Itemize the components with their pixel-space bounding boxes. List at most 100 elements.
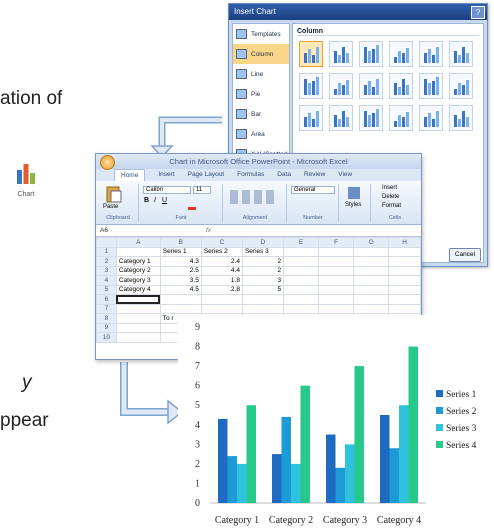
grid-cell[interactable] (200, 294, 243, 305)
grid-cell[interactable] (115, 246, 161, 257)
grid-cell[interactable]: 3.5 (159, 275, 202, 286)
chart-category-item[interactable]: Bar (233, 104, 289, 124)
ribbon-tab[interactable]: Home (114, 169, 146, 181)
grid-cell[interactable]: Category 1 (115, 256, 161, 267)
italic-button[interactable]: I (154, 197, 156, 204)
grid-cell[interactable] (241, 294, 285, 305)
grid-cell[interactable] (115, 294, 161, 305)
ribbon-tab[interactable]: Data (277, 169, 291, 181)
grid-corner[interactable] (96, 237, 117, 248)
grid-cell[interactable] (353, 265, 390, 276)
cancel-button[interactable]: Cancel (449, 248, 481, 262)
chart-type-thumbnail[interactable] (359, 73, 383, 99)
grid-cell[interactable]: Series 3 (241, 246, 285, 257)
grid-cell[interactable]: Category 4 (115, 284, 161, 295)
chart-type-thumbnail[interactable] (419, 105, 443, 131)
grid-cell[interactable]: 5 (241, 284, 285, 295)
grid-cell[interactable] (388, 275, 421, 286)
row-header[interactable]: 8 (96, 313, 117, 324)
column-header[interactable]: D (241, 237, 285, 248)
grid-cell[interactable] (318, 294, 355, 305)
grid-cell[interactable] (283, 265, 320, 276)
ribbon-tab[interactable]: Page Layout (188, 169, 225, 181)
grid-cell[interactable] (283, 246, 320, 257)
row-header[interactable]: 4 (96, 275, 117, 286)
grid-cell[interactable]: 2.4 (200, 256, 243, 267)
grid-cell[interactable] (388, 303, 421, 314)
column-header[interactable]: C (200, 237, 243, 248)
grid-cell[interactable]: 2 (241, 265, 285, 276)
chart-type-thumbnail[interactable] (329, 105, 353, 131)
chart-type-thumbnail[interactable] (299, 41, 323, 67)
grid-cell[interactable] (353, 275, 390, 286)
row-header[interactable]: 10 (96, 332, 117, 343)
chart-type-thumbnail[interactable] (329, 73, 353, 99)
grid-cell[interactable] (353, 303, 390, 314)
ribbon-tab[interactable]: Insert (158, 169, 174, 181)
grid-cell[interactable] (388, 256, 421, 267)
grid-cell[interactable]: 2.5 (159, 265, 202, 276)
chart-type-thumbnail[interactable] (389, 41, 413, 67)
column-header[interactable]: A (115, 237, 161, 248)
grid-cell[interactable] (353, 284, 390, 295)
number-format-box[interactable]: General (291, 186, 335, 194)
office-button[interactable] (100, 155, 115, 170)
grid-cell[interactable] (283, 303, 320, 314)
align-icons[interactable] (230, 190, 276, 204)
grid-cell[interactable] (318, 284, 355, 295)
grid-cell[interactable]: 4.5 (159, 284, 202, 295)
grid-cell[interactable] (283, 294, 320, 305)
row-header[interactable]: 6 (96, 294, 117, 305)
row-header[interactable]: 1 (96, 246, 117, 257)
ribbon-tab[interactable]: Review (304, 169, 325, 181)
column-header[interactable]: E (283, 237, 320, 248)
grid-cell[interactable] (241, 303, 285, 314)
grid-cell[interactable]: 4.4 (200, 265, 243, 276)
font-color-icon[interactable] (188, 207, 196, 210)
grid-cell[interactable] (388, 284, 421, 295)
row-header[interactable]: 2 (96, 256, 117, 267)
grid-cell[interactable] (283, 256, 320, 267)
row-header[interactable]: 5 (96, 284, 117, 295)
grid-cell[interactable] (115, 332, 161, 343)
font-name-box[interactable]: Calibri (143, 186, 191, 194)
grid-cell[interactable] (388, 265, 421, 276)
grid-cell[interactable] (353, 294, 390, 305)
chart-button[interactable]: Chart (5, 162, 47, 210)
styles-icon[interactable] (348, 187, 360, 199)
grid-cell[interactable] (388, 294, 421, 305)
grid-cell[interactable] (200, 303, 243, 314)
grid-cell[interactable] (353, 256, 390, 267)
chart-type-thumbnail[interactable] (419, 41, 443, 67)
grid-cell[interactable] (115, 303, 161, 314)
chart-type-thumbnail[interactable] (449, 73, 473, 99)
chart-category-item[interactable]: Area (233, 124, 289, 144)
row-header[interactable]: 7 (96, 303, 117, 314)
ribbon-tab[interactable]: Formulas (237, 169, 264, 181)
chart-type-thumbnail[interactable] (299, 73, 323, 99)
grid-cell[interactable] (388, 246, 421, 257)
ribbon-tab[interactable]: View (338, 169, 352, 181)
grid-cell[interactable] (115, 322, 161, 333)
chart-type-thumbnail[interactable] (329, 41, 353, 67)
grid-cell[interactable] (318, 265, 355, 276)
grid-cell[interactable]: 2.8 (200, 284, 243, 295)
insert-cells-button[interactable]: Insert (382, 185, 397, 191)
underline-button[interactable]: U (162, 197, 167, 204)
formula-bar[interactable]: A6 fx (96, 225, 421, 237)
row-header[interactable]: 3 (96, 265, 117, 276)
grid-cell[interactable]: Category 3 (115, 275, 161, 286)
column-header[interactable]: G (353, 237, 390, 248)
grid-cell[interactable]: Series 2 (200, 246, 243, 257)
chart-type-thumbnail[interactable] (389, 73, 413, 99)
grid-cell[interactable]: 1.8 (200, 275, 243, 286)
delete-cells-button[interactable]: Delete (382, 194, 399, 200)
format-cells-button[interactable]: Format (382, 203, 401, 209)
chart-type-thumbnail[interactable] (299, 105, 323, 131)
grid-cell[interactable]: Series 1 (159, 246, 202, 257)
chart-type-thumbnail[interactable] (389, 105, 413, 131)
chart-category-item[interactable]: Templates (233, 24, 289, 44)
paste-icon[interactable] (106, 185, 122, 203)
grid-cell[interactable]: 3 (241, 275, 285, 286)
chart-type-thumbnail[interactable] (419, 73, 443, 99)
